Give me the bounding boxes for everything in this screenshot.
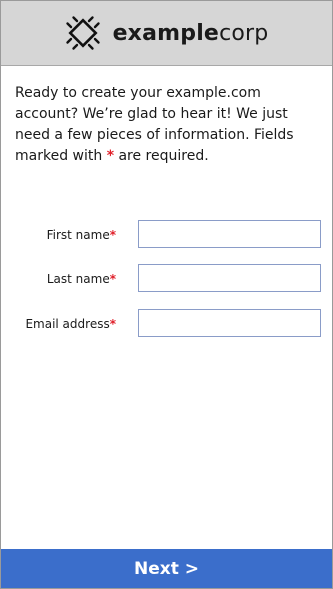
required-marker: * [106,148,115,164]
brand-name: examplecorp [113,21,269,46]
last-name-input[interactable] [138,264,321,292]
signup-screen: examplecorp Ready to create your example… [0,0,333,589]
last-name-required-marker: * [109,272,116,286]
last-name-label: Last name* [47,264,116,294]
first-name-label: First name* [47,220,116,250]
first-name-label-text: First name [46,228,110,242]
app-header: examplecorp [1,1,332,66]
last-name-label-text: Last name [46,272,110,286]
first-name-row: First name* [1,220,332,250]
next-button[interactable]: Next > [1,549,332,588]
first-name-required-marker: * [109,228,116,242]
first-name-input[interactable] [138,220,321,248]
brand-name-bold: example [112,20,220,46]
brand-name-light: corp [219,20,269,46]
email-label: Email address* [25,309,116,339]
email-required-marker: * [109,317,116,331]
intro-text-end: are required. [118,148,209,164]
email-row: Email address* [1,309,332,339]
email-input[interactable] [138,309,321,337]
last-name-row: Last name* [1,264,332,294]
email-label-text: Email address [25,317,110,331]
circuit-chip-icon [65,16,100,50]
intro-text: Ready to create your example.com account… [15,83,320,167]
